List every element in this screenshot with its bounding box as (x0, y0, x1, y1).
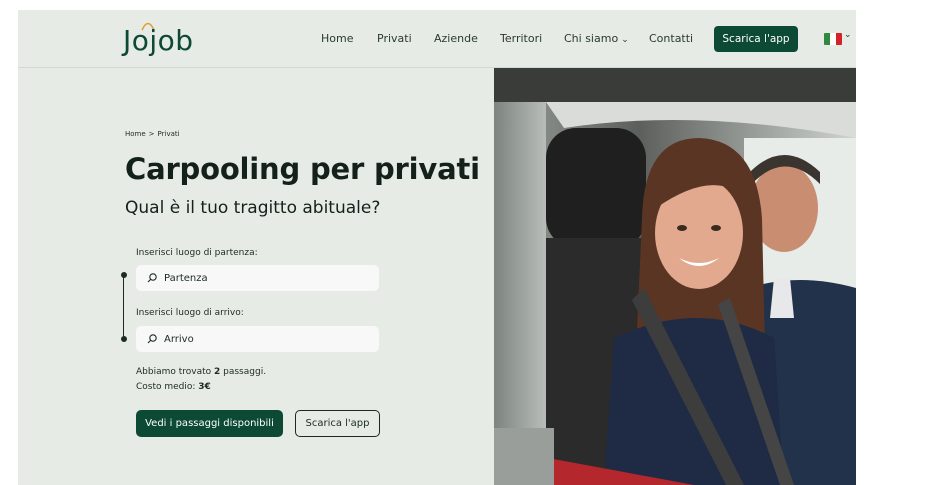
search-icon (147, 334, 157, 344)
cost-value: 3€ (198, 382, 211, 392)
nav-chi-siamo-label: Chi siamo (564, 32, 619, 45)
breadcrumb-separator: > (148, 130, 155, 138)
download-app-secondary-button[interactable]: Scarica l'app (295, 410, 380, 437)
arrival-label: Inserisci luogo di arrivo: (136, 308, 244, 318)
breadcrumb-home[interactable]: Home (125, 130, 146, 138)
nav-contatti[interactable]: Contatti (649, 32, 693, 45)
hero-photo (494, 68, 856, 485)
download-app-button[interactable]: Scarica l'app (714, 26, 798, 52)
nav-privati[interactable]: Privati (377, 32, 412, 45)
page-subtitle: Qual è il tuo tragitto abituale? (125, 198, 381, 218)
nav-territori[interactable]: Territori (500, 32, 542, 45)
search-icon (147, 273, 157, 283)
breadcrumb: Home > Privati (125, 130, 180, 138)
flag-it-icon[interactable] (824, 33, 842, 45)
breadcrumb-current: Privati (157, 130, 180, 138)
average-cost-text: Costo medio: 3€ (136, 382, 211, 392)
result-prefix: Abbiamo trovato (136, 367, 215, 377)
route-line (123, 273, 124, 339)
route-end-dot (120, 336, 127, 342)
arrival-placeholder: Arrivo (164, 333, 194, 345)
arrival-input[interactable]: Arrivo (136, 326, 379, 352)
view-rides-button[interactable]: Vedi i passaggi disponibili (136, 410, 283, 437)
route-start-dot (120, 272, 127, 278)
departure-label: Inserisci luogo di partenza: (136, 248, 258, 258)
chevron-down-icon: ⌄ (621, 35, 629, 45)
departure-input[interactable]: Partenza (136, 265, 379, 291)
site-header: Jojob Home Privati Aziende Territori Chi… (18, 10, 856, 68)
page: Jojob Home Privati Aziende Territori Chi… (18, 10, 856, 485)
result-suffix: passaggi. (220, 367, 267, 377)
cost-prefix: Costo medio: (136, 382, 199, 392)
nav-home[interactable]: Home (321, 32, 353, 45)
nav-aziende[interactable]: Aziende (434, 32, 478, 45)
car-passengers-image (494, 68, 856, 485)
departure-placeholder: Partenza (164, 272, 208, 284)
logo[interactable]: Jojob (123, 24, 194, 57)
nav-chi-siamo[interactable]: Chi siamo ⌄ (564, 32, 629, 45)
chevron-down-icon[interactable]: ⌄ (844, 30, 852, 40)
page-title: Carpooling per privati (125, 152, 480, 186)
result-count-text: Abbiamo trovato 2 passaggi. (136, 367, 266, 377)
